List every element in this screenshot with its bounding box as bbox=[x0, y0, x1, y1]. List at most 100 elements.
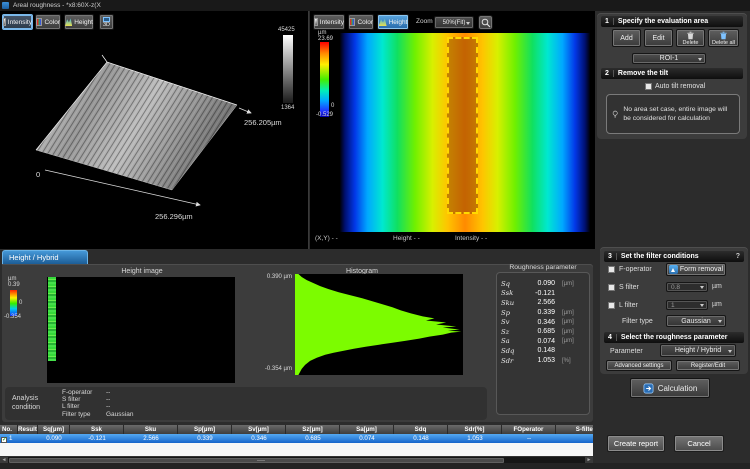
row-cell: 0.148 bbox=[394, 434, 448, 443]
advanced-settings-button[interactable]: Advanced settings bbox=[606, 360, 672, 371]
2d-color-button[interactable]: Color bbox=[348, 14, 374, 30]
header-cell[interactable]: Sp[µm] bbox=[178, 425, 232, 434]
param-value: 0.339 bbox=[519, 309, 555, 316]
s-filter-select[interactable]: 0.8 bbox=[666, 282, 708, 292]
create-report-button[interactable]: Create report bbox=[607, 435, 665, 452]
param-unit: [µm] bbox=[562, 329, 574, 335]
roi-rectangle[interactable] bbox=[447, 37, 478, 214]
result-table-header: No.ResultSq[µm]SskSkuSp[µm]Sv[µm]Sz[µm]S… bbox=[0, 425, 593, 434]
height-image[interactable] bbox=[47, 277, 235, 383]
divider bbox=[616, 334, 617, 341]
l-filter-label: L filter bbox=[619, 302, 638, 309]
roi-select[interactable]: ROI-1 bbox=[632, 53, 706, 64]
result-table-empty-area bbox=[0, 443, 593, 456]
height-icon bbox=[379, 18, 387, 26]
chevron-down-icon bbox=[700, 286, 704, 289]
edit-roi-button[interactable]: Edit bbox=[644, 29, 673, 47]
condition-name: L filter bbox=[62, 403, 106, 410]
3d-color-button[interactable]: Color bbox=[35, 14, 61, 30]
s-filter-label: S filter bbox=[619, 284, 639, 291]
3d-intensity-button[interactable]: Intensity bbox=[2, 14, 33, 30]
trash-all-icon bbox=[719, 31, 728, 40]
2d-intensity-label: Intensity bbox=[320, 19, 344, 26]
delete-all-roi-button[interactable]: Delete all bbox=[708, 29, 739, 47]
magnifier-button[interactable] bbox=[478, 15, 493, 30]
viewer-2d: Intensity Color Height Zoom 50%(Fit) µm … bbox=[310, 11, 595, 249]
form-removal-button[interactable]: Form removal bbox=[666, 263, 726, 276]
param-unit: [µm] bbox=[562, 319, 574, 325]
param-unit: [%] bbox=[562, 358, 571, 364]
param-unit: [µm] bbox=[562, 338, 574, 344]
add-roi-button[interactable]: Add bbox=[612, 29, 641, 47]
register-edit-label: Register/Edit bbox=[691, 363, 725, 369]
register-edit-button[interactable]: Register/Edit bbox=[676, 360, 740, 371]
header-cell[interactable]: S-filter bbox=[556, 425, 593, 434]
l-filter-checkbox[interactable] bbox=[608, 302, 615, 309]
header-cell[interactable]: Sq[µm] bbox=[38, 425, 70, 434]
param-value: 0.148 bbox=[519, 347, 555, 354]
condition-rows: F-operator--S filter--L filter--Filter t… bbox=[62, 389, 133, 418]
surface-3d-canvas[interactable]: 0 256.296µm 256.205µm bbox=[0, 30, 309, 249]
3d-height-button[interactable]: Height bbox=[64, 14, 94, 30]
add-label: Add bbox=[620, 35, 632, 42]
roughness-param-row: Sa0.074[µm] bbox=[497, 337, 589, 347]
header-cell[interactable]: Result bbox=[18, 425, 38, 434]
height-map[interactable] bbox=[340, 33, 590, 232]
roi-value: ROI-1 bbox=[660, 55, 679, 62]
cancel-button[interactable]: Cancel bbox=[674, 435, 724, 452]
tab-height-hybrid[interactable]: Height / Hybrid bbox=[2, 250, 88, 264]
horizontal-scrollbar[interactable]: ◄ ► bbox=[0, 456, 593, 463]
header-cell[interactable]: Sku bbox=[124, 425, 178, 434]
result-table-row[interactable]: ✓10.090-0.1212.5660.3390.3460.6850.0740.… bbox=[0, 434, 593, 443]
chevron-down-icon bbox=[466, 22, 470, 25]
y-axis-label: 256.205µm bbox=[244, 118, 282, 127]
l-filter-select[interactable]: 1 bbox=[666, 300, 708, 310]
magnifier-icon bbox=[481, 18, 491, 28]
delete-all-label: Delete all bbox=[712, 40, 735, 46]
scale-zero: 0 bbox=[19, 300, 22, 306]
header-cell[interactable]: Sdq bbox=[394, 425, 448, 434]
row-select-cell[interactable]: ✓1 bbox=[0, 434, 18, 443]
2d-height-button[interactable]: Height bbox=[377, 14, 409, 30]
condition-name: F-operator bbox=[62, 389, 106, 396]
triangle-glyph bbox=[671, 268, 675, 272]
parameter-value: Height / Hybrid bbox=[675, 347, 721, 354]
analysis-condition-box: Analysis condition F-operator--S filter-… bbox=[5, 387, 487, 420]
form-removal-label: Form removal bbox=[680, 266, 723, 273]
condition-row: F-operator-- bbox=[62, 389, 133, 396]
filter-type-select[interactable]: Gaussian bbox=[666, 315, 726, 327]
header-cell[interactable]: Sdr[%] bbox=[448, 425, 502, 434]
auto-tilt-row: Auto tilt removal bbox=[645, 83, 705, 90]
header-cell[interactable]: Sz[µm] bbox=[286, 425, 340, 434]
auto-tilt-checkbox[interactable] bbox=[645, 83, 652, 90]
2d-colorbar-min: -0.529 bbox=[316, 112, 333, 118]
zoom-select[interactable]: 50%(Fit) bbox=[434, 16, 474, 29]
3d-view-button[interactable]: 3D bbox=[99, 14, 114, 30]
header-cell[interactable]: Sv[µm] bbox=[232, 425, 286, 434]
app-icon bbox=[2, 2, 9, 9]
header-cell[interactable]: No. bbox=[0, 425, 18, 434]
chevron-down-icon bbox=[698, 58, 702, 61]
2d-intensity-button[interactable]: Intensity bbox=[313, 14, 345, 30]
color-icon bbox=[36, 18, 42, 26]
row-cell: 0.685 bbox=[286, 434, 340, 443]
help-button[interactable]: ? bbox=[736, 253, 740, 260]
parameter-select[interactable]: Height / Hybrid bbox=[660, 344, 736, 357]
section-title: Set the filter conditions bbox=[621, 253, 699, 260]
header-cell[interactable]: FOperator bbox=[502, 425, 556, 434]
s-filter-checkbox[interactable] bbox=[608, 284, 615, 291]
section-number: 2 bbox=[605, 70, 609, 77]
delete-roi-button[interactable]: Delete bbox=[676, 29, 705, 47]
calculation-button[interactable]: Calculation bbox=[630, 378, 710, 398]
s-filter-value: 0.8 bbox=[671, 284, 680, 291]
param-name: Sa bbox=[501, 337, 519, 345]
param-value: 1.053 bbox=[519, 357, 555, 364]
f-operator-checkbox[interactable] bbox=[608, 266, 615, 273]
header-cell[interactable]: Ssk bbox=[70, 425, 124, 434]
filter-panel: 3 Set the filter conditions ? F-operator… bbox=[600, 247, 748, 374]
viewer-status-bar: (X,Y) - -Height - -Intensity - - bbox=[315, 235, 535, 242]
height-image-colorbar bbox=[10, 290, 17, 316]
surface-3d-texture bbox=[36, 62, 237, 190]
header-cell[interactable]: Sa[µm] bbox=[340, 425, 394, 434]
param-value: 0.685 bbox=[519, 328, 555, 335]
